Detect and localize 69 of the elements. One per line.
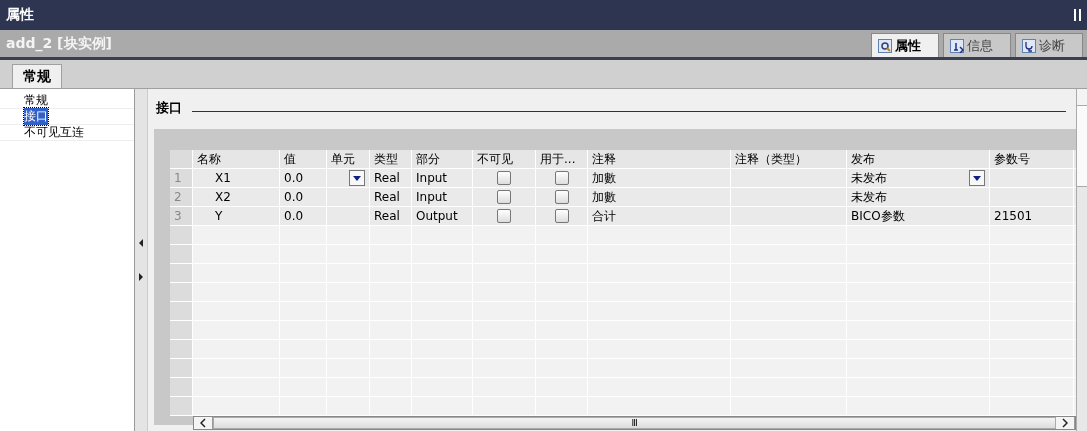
- caret-icon: [353, 175, 361, 181]
- scroll-right-button[interactable]: [1056, 417, 1075, 429]
- table-row[interactable]: 3 Y 0.0 Real Output 合计 BICO参数 21501: [170, 207, 1076, 226]
- column-header[interactable]: 部分: [412, 150, 473, 168]
- scroll-thumb[interactable]: Ⅲ: [213, 417, 1056, 429]
- checkbox[interactable]: [497, 171, 511, 185]
- window-title: 属性: [6, 6, 34, 24]
- checkbox[interactable]: [554, 190, 569, 204]
- expand-right-icon[interactable]: [139, 273, 143, 281]
- column-header[interactable]: 注释（类型）: [731, 150, 847, 168]
- checkbox[interactable]: [554, 171, 569, 185]
- chevron-right-icon: [1062, 418, 1068, 428]
- row-number: 2: [170, 188, 193, 206]
- row-number: 1: [170, 169, 193, 187]
- column-header[interactable]: 值: [280, 150, 327, 168]
- table-cell: X1: [193, 169, 280, 187]
- sidebar-item[interactable]: 常规: [24, 91, 48, 109]
- table-cell: 加數: [588, 169, 731, 187]
- view-tab[interactable]: 诊断: [1015, 33, 1083, 57]
- table-cell: Real: [370, 169, 412, 187]
- object-name: add_2 [块实例]: [6, 34, 112, 53]
- table-cell: BICO参数: [851, 207, 905, 225]
- sidebar-item[interactable]: 不可见互连: [24, 123, 84, 141]
- column-header[interactable]: 类型: [370, 150, 412, 168]
- table-cell: 0.0: [280, 188, 327, 206]
- vertical-scrollbar[interactable]: [1076, 89, 1087, 431]
- column-header[interactable]: 参数号: [990, 150, 1074, 168]
- tab[interactable]: 常规: [12, 64, 62, 88]
- caret-icon: [973, 175, 981, 181]
- table-cell: 0.0: [280, 169, 327, 187]
- view-tab[interactable]: 信息: [943, 33, 1011, 57]
- table-cell: Real: [370, 188, 412, 206]
- view-tab[interactable]: 属性: [871, 33, 939, 57]
- row-number: 3: [170, 207, 193, 225]
- table-row[interactable]: 2 X2 0.0 Real Input 加數 未发布: [170, 188, 1076, 207]
- column-header[interactable]: 名称: [193, 150, 280, 168]
- column-header[interactable]: 单元: [327, 150, 370, 168]
- info-icon: [950, 38, 964, 53]
- collapse-left-icon[interactable]: [139, 239, 143, 247]
- column-header[interactable]: 不可见: [473, 150, 536, 168]
- dropdown-button[interactable]: [969, 170, 985, 186]
- table-cell: Output: [412, 207, 473, 225]
- table-cell: 21501: [994, 209, 1033, 223]
- table-cell: Y: [193, 207, 280, 225]
- dropdown-button[interactable]: [349, 170, 365, 186]
- table-cell: Real: [370, 207, 412, 225]
- column-header[interactable]: 注释: [588, 150, 731, 168]
- checkbox[interactable]: [497, 190, 511, 204]
- checkbox[interactable]: [554, 209, 569, 223]
- section-title: 接口: [156, 99, 182, 117]
- chevron-left-icon: [200, 418, 206, 428]
- table-row[interactable]: 1 X1 0.0 Real Input 加數 未发布: [170, 169, 1076, 188]
- column-header[interactable]: 发布: [847, 150, 990, 168]
- column-header[interactable]: 用于...: [536, 150, 588, 168]
- table-cell: Input: [412, 188, 473, 206]
- stethoscope-icon: [1022, 38, 1036, 53]
- table-cell: 加數: [588, 188, 731, 206]
- table-cell: 合计: [588, 207, 731, 225]
- table-cell: 0.0: [280, 207, 327, 225]
- checkbox[interactable]: [497, 209, 511, 223]
- horizontal-scrollbar[interactable]: Ⅲ: [193, 416, 1076, 430]
- table-cell: 未发布: [851, 188, 887, 206]
- table-cell: 未发布: [851, 169, 887, 187]
- magnifier-icon: [878, 38, 892, 53]
- sidebar-item[interactable]: 接口: [24, 107, 48, 125]
- grip-icon[interactable]: [1074, 9, 1081, 21]
- table-cell: Input: [412, 169, 473, 187]
- scroll-left-button[interactable]: [194, 417, 213, 429]
- table-cell: X2: [193, 188, 280, 206]
